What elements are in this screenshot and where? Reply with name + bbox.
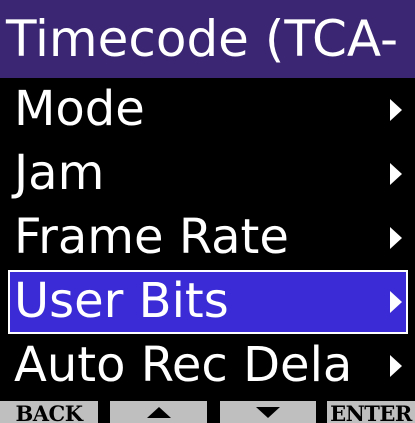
back-button-label: BACK [15,401,83,423]
menu-item-label: Auto Rec Dela [14,337,353,393]
chevron-right-icon [390,99,402,121]
enter-button[interactable]: ENTER [327,401,415,423]
menu-item-user-bits[interactable]: User Bits [8,270,408,334]
menu-list: Mode Jam Frame Rate User Bits Auto Rec D… [0,78,415,400]
menu-item-frame-rate[interactable]: Frame Rate [8,206,408,270]
menu-item-mode[interactable]: Mode [8,78,408,142]
page-title: Timecode (TCA- [6,10,399,68]
menu-item-label: Jam [14,145,105,201]
menu-item-jam[interactable]: Jam [8,142,408,206]
device-screen: Timecode (TCA- Mode Jam Frame Rate User … [0,0,415,423]
menu-item-label: Mode [14,81,145,137]
menu-item-label: User Bits [14,273,229,329]
menu-item-label: Frame Rate [14,209,289,265]
title-bar: Timecode (TCA- [0,0,415,78]
enter-button-label: ENTER [330,401,412,423]
chevron-right-icon [390,227,402,249]
chevron-right-icon [390,355,402,377]
down-arrow-icon [256,407,280,418]
chevron-right-icon [390,291,402,313]
up-arrow-icon [146,407,171,418]
chevron-right-icon [390,163,402,185]
menu-item-auto-rec-delay[interactable]: Auto Rec Dela [8,334,408,398]
footer-buttons: BACK ENTER [0,401,415,423]
back-button[interactable]: BACK [0,401,98,423]
up-button[interactable] [110,401,207,423]
down-button[interactable] [220,401,316,423]
